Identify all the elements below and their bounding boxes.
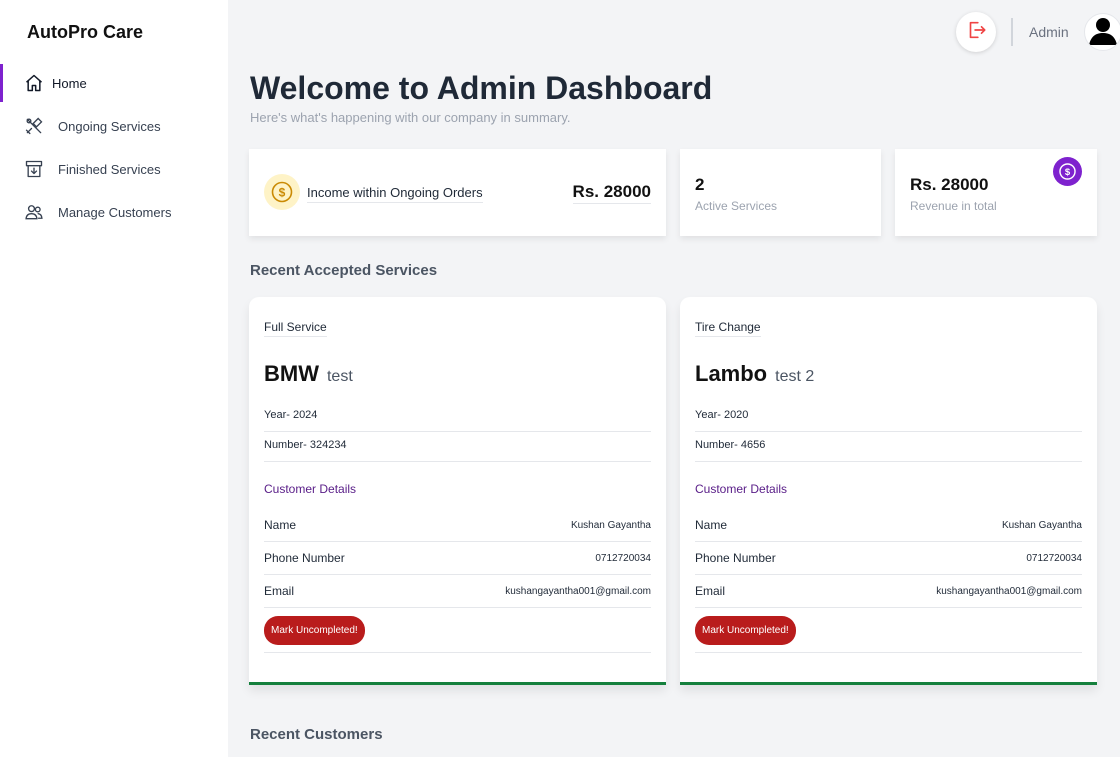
- svg-text:$: $: [279, 186, 286, 200]
- customer-email-row: Email kushangayantha001@gmail.com: [264, 575, 651, 608]
- active-services-value: 2: [695, 175, 705, 194]
- customer-name-row: Name Kushan Gayantha: [264, 509, 651, 542]
- customer-email-label: Email: [264, 584, 295, 598]
- customer-phone-row: Phone Number 0712720034: [695, 542, 1082, 575]
- vehicle-model: test 2: [775, 368, 815, 385]
- vehicle-heading: BMW test: [264, 361, 353, 387]
- customer-email-value: kushangayantha001@gmail.com: [936, 585, 1082, 597]
- vehicle-number: Number- 4656: [695, 432, 1082, 462]
- sidebar-item-label: Finished Services: [58, 161, 161, 177]
- section-title-recent-customers: Recent Customers: [250, 726, 383, 743]
- logout-button[interactable]: [956, 12, 996, 52]
- topbar-divider: [1011, 18, 1013, 46]
- vehicle-model: test: [326, 368, 353, 385]
- vehicle-number: Number- 324234: [264, 432, 651, 462]
- customer-email-value: kushangayantha001@gmail.com: [505, 585, 651, 597]
- sidebar-item-label: Ongoing Services: [58, 118, 161, 134]
- mark-uncompleted-button[interactable]: Mark Uncompleted!: [695, 616, 796, 645]
- tools-icon: [24, 116, 44, 136]
- sidebar-item-home[interactable]: Home: [0, 64, 228, 102]
- service-type: Tire Change: [695, 320, 761, 337]
- customer-email-label: Email: [695, 584, 726, 598]
- income-stat-label: Income within Ongoing Orders: [307, 185, 483, 203]
- users-icon: [24, 202, 44, 222]
- page-title: Welcome to Admin Dashboard: [250, 70, 713, 106]
- customer-phone-label: Phone Number: [264, 551, 345, 565]
- customer-name-label: Name: [695, 518, 728, 532]
- revenue-label: Revenue in total: [910, 199, 997, 213]
- user-name: Admin: [1029, 24, 1069, 40]
- vehicle-make: BMW: [264, 361, 319, 386]
- sidebar-nav: Home Ongoing Services Finished Services …: [0, 64, 228, 236]
- page-subtitle: Here's what's happening with our company…: [250, 110, 571, 125]
- vehicle-make: Lambo: [695, 361, 768, 386]
- section-title-recent-services: Recent Accepted Services: [250, 262, 438, 279]
- service-card: Full Service BMW test Year- 2024 Number-…: [249, 297, 666, 685]
- sidebar-item-label: Home: [52, 75, 87, 91]
- customer-name-value: Kushan Gayantha: [570, 519, 651, 531]
- home-icon: [24, 73, 44, 93]
- vehicle-year: Year- 2024: [264, 402, 651, 432]
- sidebar: AutoPro Care Home Ongoing Services Finis…: [0, 0, 228, 757]
- customer-phone-value: 0712720034: [595, 552, 651, 564]
- brand-title: AutoPro Care: [27, 22, 144, 42]
- dollar-badge-icon: $: [1053, 157, 1082, 186]
- revenue-stat-card: $ Rs. 28000 Revenue in total: [895, 149, 1097, 236]
- sidebar-item-manage-customers[interactable]: Manage Customers: [0, 193, 228, 231]
- coin-icon: $: [264, 174, 300, 210]
- service-actions: Mark Uncompleted!: [695, 608, 1082, 653]
- active-services-stat-card: 2 Active Services: [680, 149, 881, 236]
- income-stat-value: Rs. 28000: [572, 182, 651, 204]
- service-type: Full Service: [264, 320, 327, 337]
- avatar[interactable]: [1084, 13, 1120, 51]
- vehicle-heading: Lambo test 2: [695, 361, 814, 387]
- income-stat-card: $ Income within Ongoing Orders Rs. 28000: [249, 149, 666, 236]
- user-avatar-icon: [1085, 14, 1120, 50]
- customer-name-value: Kushan Gayantha: [1001, 519, 1082, 531]
- vehicle-year: Year- 2020: [695, 402, 1082, 432]
- logout-icon: [965, 19, 987, 46]
- sidebar-item-finished-services[interactable]: Finished Services: [0, 150, 228, 188]
- customer-name-label: Name: [264, 518, 297, 532]
- service-card: Tire Change Lambo test 2 Year- 2020 Numb…: [680, 297, 1097, 685]
- customer-name-row: Name Kushan Gayantha: [695, 509, 1082, 542]
- customer-email-row: Email kushangayantha001@gmail.com: [695, 575, 1082, 608]
- sidebar-item-ongoing-services[interactable]: Ongoing Services: [0, 107, 228, 145]
- service-actions: Mark Uncompleted!: [264, 608, 651, 653]
- customer-details-title: Customer Details: [695, 482, 788, 496]
- active-services-label: Active Services: [695, 199, 778, 213]
- archive-icon: [24, 159, 44, 179]
- customer-phone-value: 0712720034: [1026, 552, 1082, 564]
- mark-uncompleted-button[interactable]: Mark Uncompleted!: [264, 616, 365, 645]
- customer-details-title: Customer Details: [264, 482, 357, 496]
- customer-phone-row: Phone Number 0712720034: [264, 542, 651, 575]
- sidebar-item-label: Manage Customers: [58, 204, 172, 220]
- svg-text:$: $: [1065, 167, 1071, 178]
- revenue-value: Rs. 28000: [910, 175, 989, 194]
- customer-phone-label: Phone Number: [695, 551, 776, 565]
